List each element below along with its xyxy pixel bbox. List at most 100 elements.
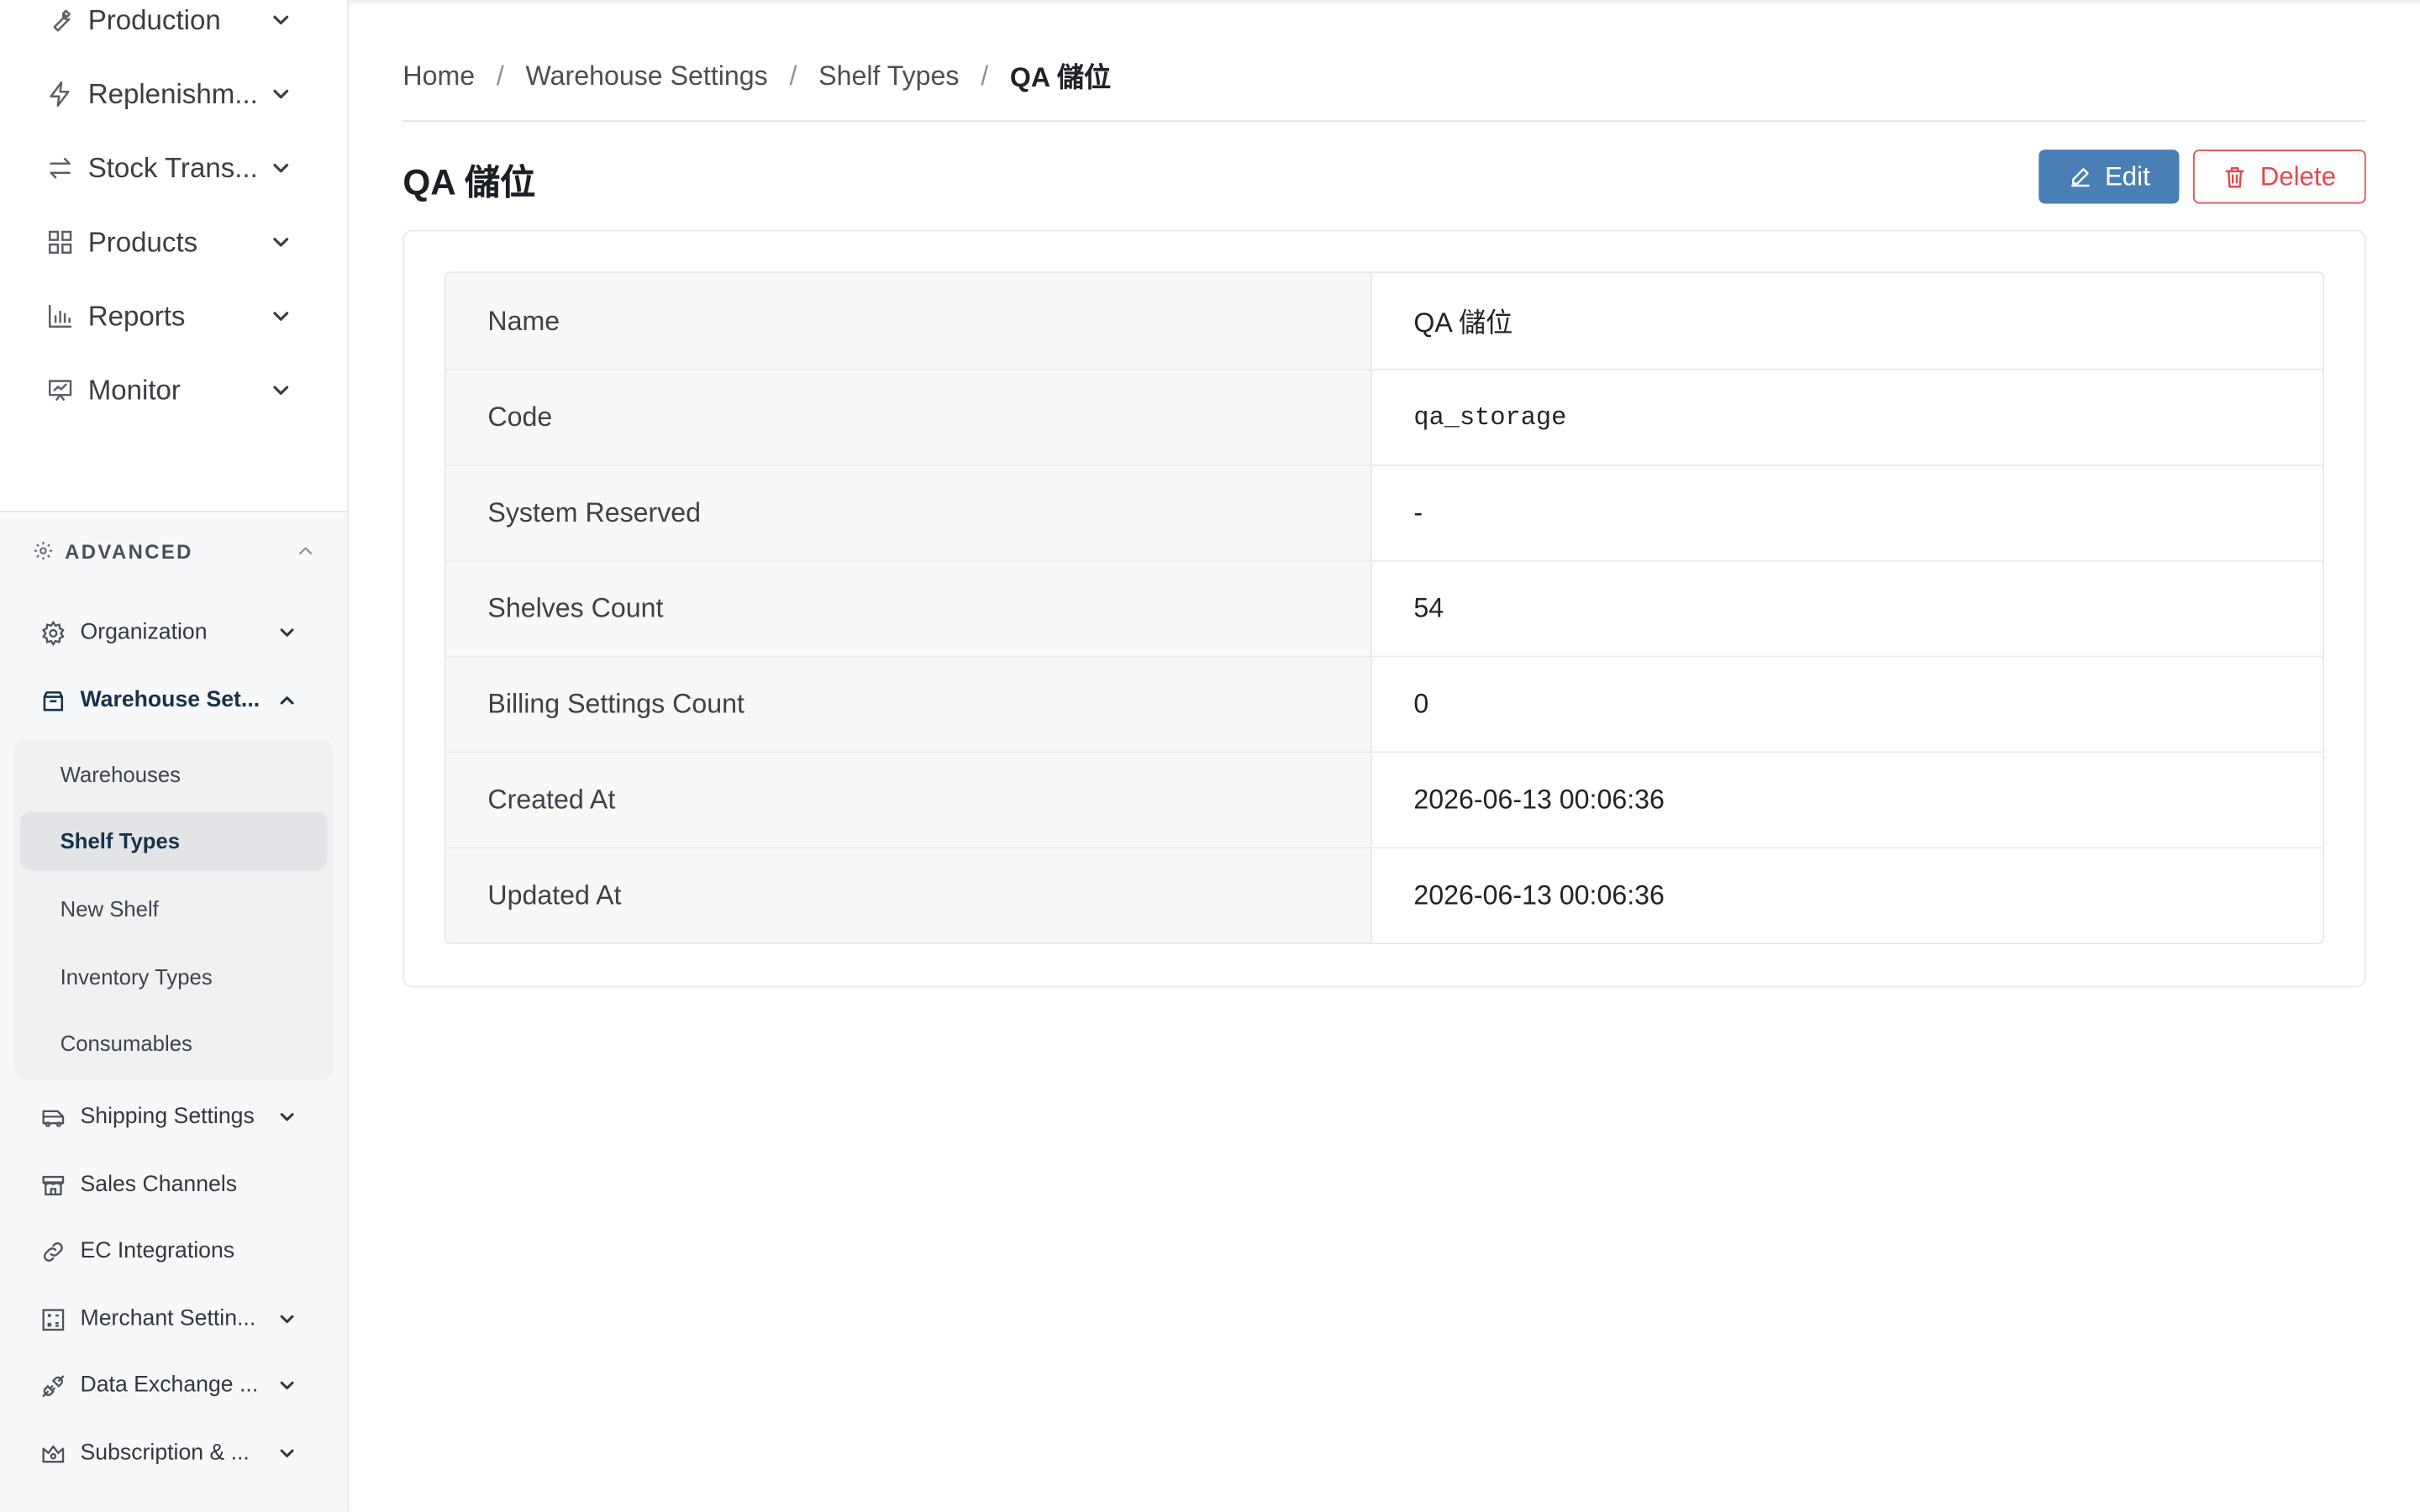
detail-value: QA 儲位 bbox=[1413, 306, 1513, 338]
submenu-item-label: Inventory Types bbox=[60, 963, 213, 990]
gear-icon bbox=[34, 541, 53, 560]
submenu-item-inventory-types[interactable]: Inventory Types bbox=[20, 948, 328, 1006]
submenu-item-label: Shelf Types bbox=[60, 828, 181, 853]
breadcrumb-separator: / bbox=[981, 59, 989, 91]
pencil-icon bbox=[2070, 167, 2090, 186]
submenu-item-label: Warehouses bbox=[60, 762, 182, 787]
detail-value: 2026-06-13 00:06:36 bbox=[1413, 784, 1665, 815]
chevron-down-icon bbox=[280, 1381, 294, 1390]
detail-row-shelves-count: Shelves Count 54 bbox=[445, 559, 2323, 656]
truck-icon bbox=[42, 1109, 65, 1126]
breadcrumb-current: QA 儲位 bbox=[1009, 60, 1112, 92]
detail-row-updated-at: Updated At 2026-06-13 00:06:36 bbox=[445, 847, 2323, 943]
store-icon bbox=[42, 1175, 65, 1195]
box-icon bbox=[43, 690, 64, 711]
submenu-item-label: Consumables bbox=[60, 1030, 192, 1056]
nav-item-stock-transfer[interactable]: Stock Trans... bbox=[0, 137, 347, 198]
sidebar-item-subscription[interactable]: Subscription & ... bbox=[0, 1425, 347, 1481]
sidebar-item-label: EC Integrations bbox=[80, 1238, 235, 1264]
submenu-item-shelf-types[interactable]: Shelf Types bbox=[19, 811, 328, 870]
submenu-item-warehouses[interactable]: Warehouses bbox=[20, 745, 328, 804]
nav-item-label: Production bbox=[87, 3, 221, 35]
details-table: Name QA 儲位 Code qa_storage System Reserv… bbox=[444, 271, 2325, 945]
plug-icon bbox=[42, 1374, 65, 1397]
detail-value: 54 bbox=[1413, 592, 1444, 624]
sidebar-item-organization[interactable]: Organization bbox=[0, 605, 347, 660]
detail-value: qa_storage bbox=[1413, 402, 1567, 433]
nav-item-label: Stock Trans... bbox=[87, 151, 258, 183]
trash-icon bbox=[2226, 166, 2245, 187]
chevron-down-icon bbox=[280, 1315, 294, 1324]
sidebar-item-warehouse-settings[interactable]: Warehouse Set... bbox=[0, 673, 347, 728]
transfer-arrows-icon bbox=[50, 157, 71, 179]
nav-item-replenishment[interactable]: Replenishm... bbox=[0, 63, 347, 124]
breadcrumb-divider bbox=[402, 120, 2366, 123]
sidebar-item-label: Sales Channels bbox=[80, 1172, 238, 1198]
chevron-down-icon bbox=[273, 163, 289, 173]
detail-label: Billing Settings Count bbox=[445, 657, 1372, 752]
breadcrumb-separator: / bbox=[496, 59, 504, 91]
submenu-item-new-shelf[interactable]: New Shelf bbox=[20, 879, 328, 938]
page-title: QA 儲位 bbox=[402, 161, 536, 202]
detail-row-billing-settings-count: Billing Settings Count 0 bbox=[445, 655, 2323, 752]
nav-item-monitor[interactable]: Monitor bbox=[0, 360, 347, 421]
chevron-down-icon bbox=[280, 1449, 294, 1457]
nav-item-production[interactable]: Production bbox=[0, 0, 347, 51]
edit-button-label: Edit bbox=[2104, 160, 2150, 191]
sidebar-item-data-exchange[interactable]: Data Exchange ... bbox=[0, 1357, 347, 1413]
breadcrumb-shelf-types[interactable]: Shelf Types bbox=[818, 60, 959, 92]
detail-value: 0 bbox=[1413, 688, 1429, 719]
grid-icon bbox=[48, 230, 72, 254]
breadcrumb-separator: / bbox=[789, 59, 797, 91]
sidebar-item-label: Subscription & ... bbox=[80, 1441, 250, 1466]
nav-item-label: Monitor bbox=[87, 374, 181, 406]
wrench-icon bbox=[53, 9, 71, 32]
delete-button[interactable]: Delete bbox=[2192, 150, 2366, 204]
chevron-down-icon bbox=[280, 1113, 294, 1121]
detail-row-code: Code qa_storage bbox=[445, 368, 2323, 465]
chevron-down-icon bbox=[273, 15, 289, 25]
sidebar-item-shipping-settings[interactable]: Shipping Settings bbox=[0, 1089, 347, 1145]
edit-button[interactable]: Edit bbox=[2039, 150, 2180, 204]
detail-label: Name bbox=[445, 273, 1372, 369]
sidebar-item-label: Warehouse Set... bbox=[80, 688, 260, 713]
delete-button-label: Delete bbox=[2260, 160, 2336, 191]
crown-icon bbox=[42, 1444, 65, 1462]
advanced-section-header[interactable]: ADVANCED bbox=[0, 524, 347, 576]
link-icon bbox=[43, 1242, 63, 1261]
chevron-up-icon bbox=[299, 547, 313, 554]
detail-label: Updated At bbox=[445, 848, 1372, 943]
submenu-item-consumables[interactable]: Consumables bbox=[20, 1014, 328, 1073]
chevron-down-icon bbox=[273, 386, 289, 395]
detail-row-system-reserved: System Reserved - bbox=[445, 464, 2323, 560]
sidebar-item-ec-integrations[interactable]: EC Integrations bbox=[0, 1224, 347, 1279]
sidebar-item-merchant-settings[interactable]: Merchant Settin... bbox=[0, 1291, 347, 1347]
sidebar-item-label: Merchant Settin... bbox=[80, 1306, 256, 1332]
advanced-section-label: ADVANCED bbox=[65, 538, 193, 563]
breadcrumb-warehouse-settings[interactable]: Warehouse Settings bbox=[526, 60, 768, 92]
top-shadow bbox=[349, 0, 2420, 5]
detail-label: Shelves Count bbox=[445, 561, 1372, 656]
sidebar-item-sales-channels[interactable]: Sales Channels bbox=[0, 1158, 347, 1213]
nav-item-label: Reports bbox=[87, 300, 186, 331]
detail-row-created-at: Created At 2026-06-13 00:06:36 bbox=[445, 751, 2323, 848]
calculator-icon bbox=[42, 1308, 65, 1331]
chevron-down-icon bbox=[273, 238, 289, 247]
lightning-icon bbox=[50, 81, 70, 108]
breadcrumb-home[interactable]: Home bbox=[402, 60, 475, 92]
chevron-down-icon bbox=[280, 628, 294, 637]
detail-label: Code bbox=[445, 370, 1372, 465]
sidebar-item-label: Data Exchange ... bbox=[80, 1373, 259, 1399]
monitor-chart-icon bbox=[48, 380, 72, 401]
submenu-item-label: New Shelf bbox=[60, 896, 159, 921]
sidebar-item-label: Shipping Settings bbox=[80, 1105, 255, 1130]
nav-item-label: Replenishm... bbox=[87, 77, 258, 109]
nav-item-reports[interactable]: Reports bbox=[0, 286, 347, 347]
chevron-down-icon bbox=[273, 312, 289, 321]
nav-item-products[interactable]: Products bbox=[0, 212, 347, 273]
chevron-down-icon bbox=[273, 89, 289, 99]
breadcrumb: Home / Warehouse Settings / Shelf Types … bbox=[402, 57, 1111, 94]
detail-value: - bbox=[1413, 496, 1423, 528]
detail-label: System Reserved bbox=[445, 465, 1372, 560]
gear-icon bbox=[41, 619, 65, 646]
